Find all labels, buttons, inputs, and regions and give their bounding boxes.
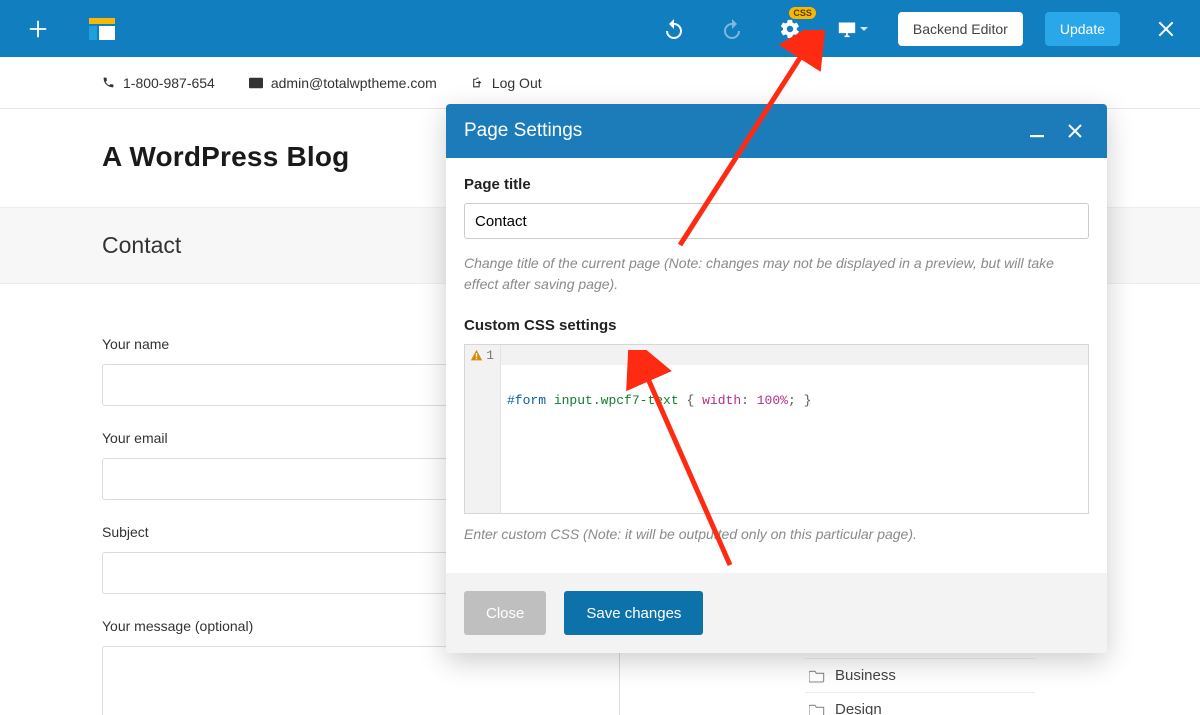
close-editor-button[interactable]: [1148, 11, 1184, 47]
custom-css-help: Enter custom CSS (Note: it will be outpu…: [464, 524, 1089, 545]
css-code-line[interactable]: #form input.wpcf7-text { width: 100%; }: [507, 393, 1082, 408]
vc-toolbar: CSS Backend Editor Update: [0, 0, 1200, 57]
folder-item[interactable]: Design: [805, 692, 1035, 715]
page-settings-modal: Page Settings Page title Change title of…: [446, 104, 1107, 653]
settings-gear-button[interactable]: CSS: [772, 11, 808, 47]
update-label: Update: [1060, 21, 1105, 37]
update-button[interactable]: Update: [1045, 12, 1120, 46]
backend-editor-button[interactable]: Backend Editor: [898, 12, 1023, 46]
logout-link[interactable]: Log Out: [471, 75, 542, 91]
site-email[interactable]: admin@totalwptheme.com: [249, 75, 437, 91]
redo-button[interactable]: [714, 11, 750, 47]
modal-save-button[interactable]: Save changes: [564, 591, 703, 635]
modal-footer: Close Save changes: [446, 573, 1107, 653]
templates-button[interactable]: [84, 11, 120, 47]
page-title-input[interactable]: [464, 203, 1089, 239]
page-title-label: Page title: [464, 176, 1089, 193]
undo-button[interactable]: [656, 11, 692, 47]
site-phone: 1-800-987-654: [102, 75, 215, 91]
phone-icon: [102, 76, 115, 89]
modal-minimize-button[interactable]: [1023, 117, 1051, 145]
sidebar-folders: Business Design: [805, 658, 1035, 715]
folder-icon: [809, 669, 825, 683]
css-badge: CSS: [789, 7, 816, 19]
code-gutter: 1: [465, 345, 501, 513]
envelope-icon: [249, 77, 263, 89]
warning-icon: [470, 349, 483, 362]
modal-close-footer-button[interactable]: Close: [464, 591, 546, 635]
page-title-help: Change title of the current page (Note: …: [464, 253, 1089, 295]
responsive-preview-button[interactable]: [830, 11, 876, 47]
add-element-button[interactable]: [20, 11, 56, 47]
logout-icon: [471, 76, 484, 89]
modal-close-button[interactable]: [1061, 117, 1089, 145]
modal-title: Page Settings: [464, 120, 582, 142]
modal-header[interactable]: Page Settings: [446, 104, 1107, 158]
site-top-bar: 1-800-987-654 admin@totalwptheme.com Log…: [0, 57, 1200, 109]
custom-css-label: Custom CSS settings: [464, 317, 1089, 334]
folder-icon: [809, 703, 825, 715]
custom-css-editor[interactable]: 1 #form input.wpcf7-text { width: 100%; …: [464, 344, 1089, 514]
folder-item[interactable]: Business: [805, 658, 1035, 692]
message-textarea[interactable]: [102, 646, 620, 715]
backend-editor-label: Backend Editor: [913, 21, 1008, 37]
